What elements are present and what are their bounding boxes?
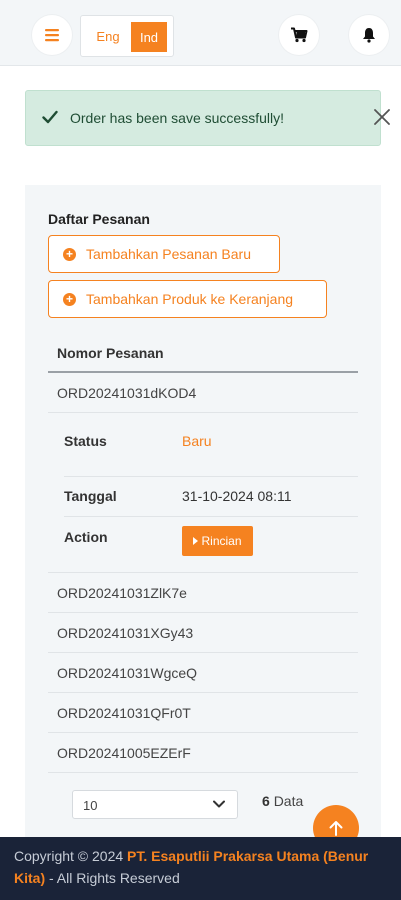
table-row[interactable]: ORD20241031dKOD4 xyxy=(48,373,358,413)
hamburger-icon xyxy=(45,29,59,42)
bell-icon xyxy=(363,28,375,43)
orders-card: Daftar Pesanan + Tambahkan Pesanan Baru … xyxy=(25,185,381,900)
arrow-up-icon xyxy=(329,821,343,836)
order-detail: Status Baru Tanggal 31-10-2024 08:11 Act… xyxy=(48,413,358,573)
copyright-suffix: - All Rights Reserved xyxy=(45,870,180,886)
table-row[interactable]: ORD20241031QFr0T xyxy=(48,693,358,733)
chevron-down-icon xyxy=(213,800,225,808)
table-header: Nomor Pesanan xyxy=(48,335,358,373)
table-row[interactable]: ORD20241031ZlK7e xyxy=(48,573,358,613)
status-value: Baru xyxy=(182,433,212,449)
data-count-number: 6 xyxy=(262,793,270,809)
lang-ind-option[interactable]: Ind xyxy=(131,22,167,52)
column-header-order-number: Nomor Pesanan xyxy=(57,345,164,361)
table-row[interactable]: ORD20241031XGy43 xyxy=(48,613,358,653)
copyright-prefix: Copyright © 2024 xyxy=(14,848,128,864)
rincian-button[interactable]: Rincian xyxy=(182,526,253,556)
rincian-label: Rincian xyxy=(201,534,242,548)
status-label: Status xyxy=(64,433,107,449)
order-number: ORD20241031ZlK7e xyxy=(57,585,187,601)
page-size-select[interactable]: 10 xyxy=(72,790,238,819)
footer: Copyright © 2024 PT. Esaputlii Prakarsa … xyxy=(0,837,401,900)
page-size-value: 10 xyxy=(83,798,98,813)
notification-button[interactable] xyxy=(349,15,389,55)
orders-title: Daftar Pesanan xyxy=(48,211,150,227)
check-icon xyxy=(42,110,58,124)
order-number: ORD20241031dKOD4 xyxy=(57,385,197,401)
lang-eng-option[interactable]: Eng xyxy=(89,22,127,50)
order-number: ORD20241005EZErF xyxy=(57,745,191,761)
add-order-label: Tambahkan Pesanan Baru xyxy=(86,246,251,262)
cart-icon xyxy=(291,27,308,43)
data-count-label: Data xyxy=(273,793,304,809)
order-number: ORD20241031QFr0T xyxy=(57,705,191,721)
order-number: ORD20241031WgceQ xyxy=(57,665,198,681)
top-bar: Eng Ind xyxy=(0,0,401,66)
table-row[interactable]: ORD20241005EZErF xyxy=(48,733,358,773)
plus-circle-icon: + xyxy=(63,292,76,306)
date-value: 31-10-2024 08:11 xyxy=(182,488,292,504)
add-order-button[interactable]: + Tambahkan Pesanan Baru xyxy=(48,235,280,273)
add-product-button[interactable]: + Tambahkan Produk ke Keranjang xyxy=(48,280,327,318)
close-icon[interactable] xyxy=(373,108,391,126)
order-number: ORD20241031XGy43 xyxy=(57,625,194,641)
divider xyxy=(64,476,358,477)
action-label: Action xyxy=(64,529,108,545)
alert-message: Order has been save successfully! xyxy=(70,110,284,126)
date-label: Tanggal xyxy=(64,488,117,504)
table-row[interactable]: ORD20241031WgceQ xyxy=(48,653,358,693)
caret-right-icon xyxy=(193,537,199,545)
data-count: 6 Data xyxy=(262,793,303,809)
divider xyxy=(64,516,358,517)
add-product-label: Tambahkan Produk ke Keranjang xyxy=(86,291,294,307)
language-switcher: Eng Ind xyxy=(80,15,174,57)
cart-button[interactable] xyxy=(279,15,319,55)
plus-circle-icon: + xyxy=(63,247,76,261)
menu-button[interactable] xyxy=(32,15,72,55)
success-alert: Order has been save successfully! xyxy=(25,90,390,146)
